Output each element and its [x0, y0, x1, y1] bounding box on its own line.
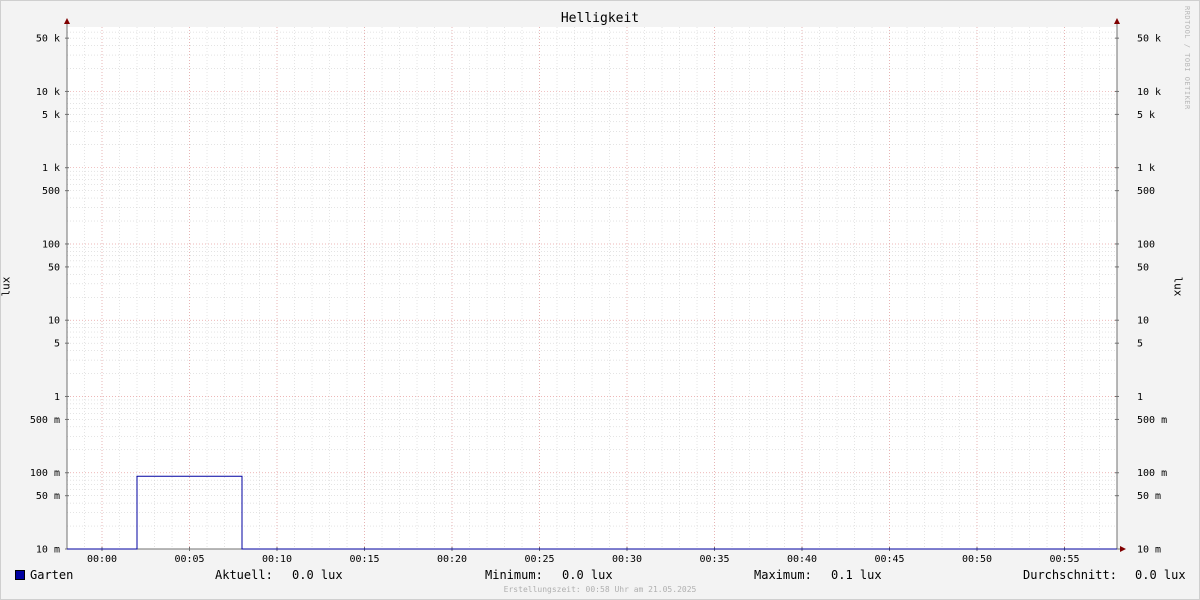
x-tick-label: 00:15 [349, 554, 379, 565]
y-tick-label-right: 5 [1137, 339, 1143, 350]
legend-max-label: Maximum: [754, 568, 812, 582]
y-tick-label-left: 500 [42, 186, 60, 197]
x-tick-label: 00:10 [262, 554, 292, 565]
y-tick-label-right: 100 m [1137, 468, 1167, 479]
legend-avg-label: Durchschnitt: [1023, 568, 1117, 582]
y-tick-label-right: 10 [1137, 316, 1149, 327]
x-tick-label: 00:25 [524, 554, 554, 565]
x-tick-label: 00:35 [699, 554, 729, 565]
x-tick-label: 00:55 [1049, 554, 1079, 565]
creation-time-footer: Erstellungszeit: 00:58 Uhr am 21.05.2025 [503, 585, 697, 594]
y-tick-label-right: 500 m [1137, 415, 1167, 426]
x-tick-label: 00:05 [174, 554, 204, 565]
y-tick-label-right: 5 k [1137, 110, 1155, 121]
y-tick-label-left: 500 m [30, 415, 60, 426]
chart-title: Helligkeit [560, 11, 640, 26]
y-tick-label-left: 5 k [42, 110, 60, 121]
legend-avg-value: 0.0 lux [1135, 568, 1186, 582]
x-tick-label: 00:45 [874, 554, 904, 565]
y-tick-label-left: 100 [42, 239, 60, 250]
legend-current-value: 0.0 lux [292, 568, 343, 582]
y-tick-label-right: 10 k [1137, 87, 1161, 98]
y-tick-label-left: 50 k [36, 34, 60, 45]
legend-swatch-garten [15, 570, 25, 580]
legend-current-label: Aktuell: [215, 568, 273, 582]
y-tick-label-left: 50 m [36, 491, 60, 502]
y-tick-label-right: 1 [1137, 392, 1143, 403]
x-tick-label: 00:30 [612, 554, 642, 565]
x-tick-label: 00:50 [962, 554, 992, 565]
y-tick-label-right: 100 [1137, 239, 1155, 250]
x-tick-label: 00:20 [437, 554, 467, 565]
y-axis-label-left: lux [0, 276, 13, 297]
y-tick-label-left: 1 k [42, 163, 60, 174]
legend-min-label: Minimum: [485, 568, 543, 582]
x-tick-label: 00:00 [87, 554, 117, 565]
y-tick-label-right: 50 k [1137, 34, 1161, 45]
y-tick-label-right: 50 [1137, 262, 1149, 273]
y-tick-label-left: 10 [48, 316, 60, 327]
legend-series-name: Garten [30, 568, 74, 582]
y-tick-label-left: 10 k [36, 87, 60, 98]
legend: Garten Aktuell: 0.0 lux Minimum: 0.0 lux… [0, 568, 1200, 584]
y-tick-label-right: 500 [1137, 186, 1155, 197]
y-tick-label-left: 100 m [30, 468, 60, 479]
legend-min-value: 0.0 lux [562, 568, 613, 582]
y-tick-label-left: 10 m [36, 545, 60, 556]
y-tick-label-right: 1 k [1137, 163, 1155, 174]
legend-max-value: 0.1 lux [831, 568, 882, 582]
x-tick-label: 00:40 [787, 554, 817, 565]
x-axis-arrow [1120, 546, 1126, 552]
chart-canvas: 50 k 50 k10 k 10 k5 k5 k1 k1 k500 500100 100… [30, 18, 1167, 565]
y-tick-label-left: 5 [54, 339, 60, 350]
y-axis-label-right: lux [1171, 276, 1185, 297]
y-tick-label-left: 50 [48, 262, 60, 273]
y-tick-label-right: 50 m [1137, 491, 1161, 502]
rrdtool-watermark: RRDTOOL / TOBI OETIKER [1183, 6, 1191, 110]
y-tick-label-right: 10 m [1137, 545, 1161, 556]
y-tick-label-left: 1 [54, 392, 60, 403]
